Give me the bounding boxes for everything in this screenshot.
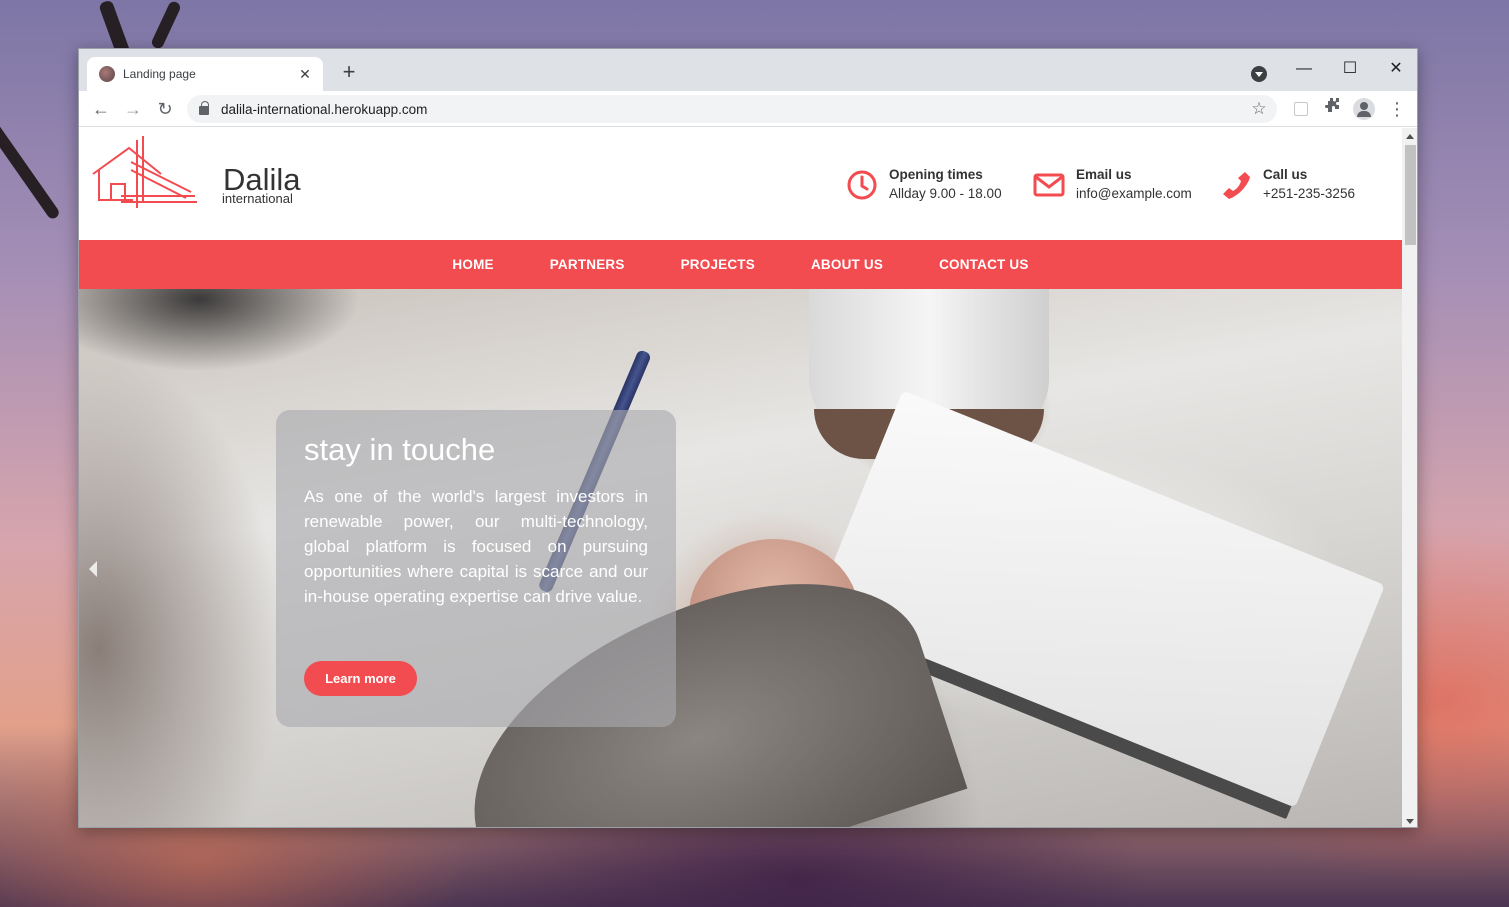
profile-avatar-icon[interactable] (1352, 97, 1376, 121)
call-us-title: Call us (1263, 167, 1308, 182)
menu-kebab-icon[interactable]: ⋮ (1385, 97, 1409, 121)
reload-icon[interactable]: ↻ (153, 97, 177, 121)
tab-close-icon[interactable]: ✕ (297, 66, 313, 83)
clock-icon (847, 170, 877, 200)
nav-contact-us[interactable]: CONTACT US (939, 257, 1029, 272)
scroll-up-icon[interactable] (1406, 134, 1414, 139)
nav-partners[interactable]: PARTNERS (550, 257, 625, 272)
favicon-icon (99, 66, 115, 82)
nav-home[interactable]: HOME (452, 257, 493, 272)
email-us: Email us info@example.com (1032, 166, 1192, 204)
url-text: dalila-international.herokuapp.com (221, 101, 428, 117)
nav-projects[interactable]: PROJECTS (681, 257, 755, 272)
maximize-button[interactable]: ☐ (1327, 55, 1373, 83)
lock-icon (199, 101, 209, 115)
tab-strip: Landing page ✕ + — ☐ ✕ (79, 49, 1417, 91)
opening-times-value: Allday 9.00 - 18.00 (889, 186, 1002, 201)
opening-times-title: Opening times (889, 167, 983, 182)
site-header: Dalila international Opening times Allda… (79, 128, 1402, 240)
page-scrollbar[interactable] (1402, 128, 1417, 827)
call-us: Call us +251-235-3256 (1219, 166, 1355, 204)
hero-text: As one of the world's largest investors … (304, 487, 648, 606)
envelope-icon (1033, 173, 1065, 197)
puzzle-extensions-icon[interactable] (1320, 97, 1344, 121)
browser-toolbar: ← → ↻ dalila-international.herokuapp.com… (79, 91, 1417, 127)
tab-landing-page[interactable]: Landing page ✕ (87, 57, 323, 91)
opening-times: Opening times Allday 9.00 - 18.00 (845, 166, 1002, 204)
house-logo-icon (92, 136, 197, 208)
page-viewport: Dalila international Opening times Allda… (79, 128, 1402, 827)
phone-icon (1223, 172, 1250, 199)
extension-icon[interactable] (1289, 97, 1313, 121)
minimize-button[interactable]: — (1281, 55, 1327, 83)
hero-title: stay in touche (304, 432, 496, 467)
carousel-prev-icon[interactable] (89, 561, 97, 577)
hero-card: stay in touche As one of the world's lar… (276, 410, 676, 727)
back-icon[interactable]: ← (89, 97, 113, 121)
close-window-button[interactable]: ✕ (1373, 55, 1417, 83)
tab-title: Landing page (123, 67, 196, 81)
learn-more-button[interactable]: Learn more (304, 661, 417, 696)
site-logo[interactable]: Dalila international (91, 134, 311, 210)
browser-window: Landing page ✕ + — ☐ ✕ ← → ↻ dalila-inte… (78, 48, 1418, 828)
email-us-value[interactable]: info@example.com (1076, 184, 1192, 204)
call-us-value[interactable]: +251-235-3256 (1263, 184, 1355, 204)
scroll-down-icon[interactable] (1406, 819, 1414, 824)
main-nav: HOME PARTNERS PROJECTS ABOUT US CONTACT … (79, 240, 1402, 289)
forward-icon[interactable]: → (121, 97, 145, 121)
bookmark-star-icon[interactable]: ☆ (1247, 97, 1271, 121)
address-bar[interactable]: dalila-international.herokuapp.com (187, 95, 1277, 123)
nav-about-us[interactable]: ABOUT US (811, 257, 883, 272)
tab-search-icon[interactable] (1251, 66, 1267, 82)
logo-subtitle: international (222, 191, 293, 206)
email-us-title: Email us (1076, 167, 1132, 182)
scrollbar-thumb[interactable] (1405, 145, 1416, 245)
new-tab-button[interactable]: + (337, 61, 361, 85)
hero-carousel: stay in touche As one of the world's lar… (79, 289, 1402, 827)
